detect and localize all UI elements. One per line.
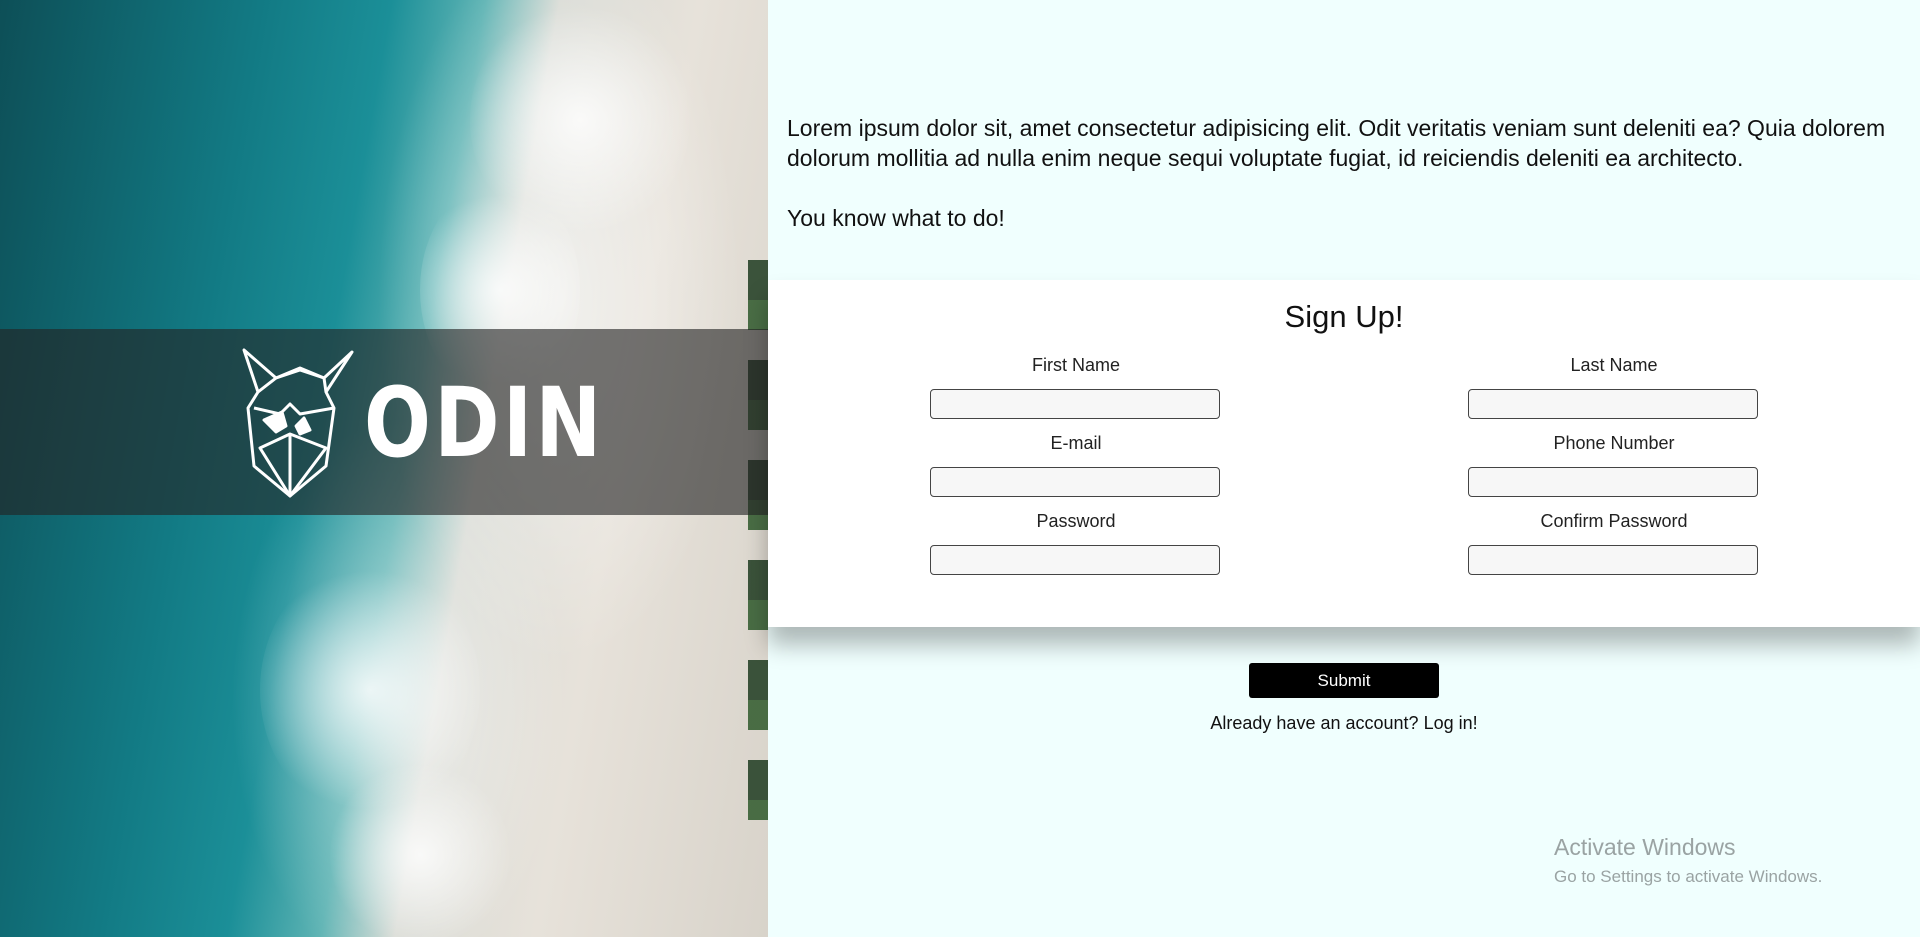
login-link[interactable]: Log in! <box>1424 713 1478 733</box>
last-name-input[interactable] <box>1468 389 1758 419</box>
confirm-password-label: Confirm Password <box>1540 511 1688 531</box>
phone-group: Phone Number <box>1468 431 1760 497</box>
logo-wordmark: ODIN <box>364 366 605 479</box>
watermark-subtitle: Go to Settings to activate Windows. <box>1554 867 1823 886</box>
first-name-input[interactable] <box>930 389 1220 419</box>
email-group: E-mail <box>930 431 1222 497</box>
password-label: Password <box>1036 511 1116 531</box>
odin-logo: ODIN <box>240 345 601 500</box>
first-name-group: First Name <box>930 353 1222 419</box>
signup-panel: Lorem ipsum dolor sit, amet consectetur … <box>768 0 1920 937</box>
password-input[interactable] <box>930 545 1220 575</box>
intro-text: Lorem ipsum dolor sit, amet consectetur … <box>787 113 1907 263</box>
phone-label: Phone Number <box>1553 433 1675 453</box>
hero-beach-image: ODIN <box>0 0 768 937</box>
signup-form: Sign Up! First Name Last Name E-mail Pho… <box>768 280 1920 627</box>
viking-helmet-icon <box>240 348 358 498</box>
intro-cta: You know what to do! <box>787 205 1005 231</box>
submit-button[interactable]: Submit <box>1249 663 1439 698</box>
watermark-title: Activate Windows <box>1554 834 1736 860</box>
login-prompt: Already have an account? Log in! <box>768 713 1920 734</box>
phone-input[interactable] <box>1468 467 1758 497</box>
windows-activation-watermark: Activate Windows Go to Settings to activ… <box>1554 834 1822 887</box>
password-group: Password <box>930 509 1222 575</box>
login-prompt-text: Already have an account? <box>1210 713 1419 733</box>
first-name-label: First Name <box>1031 355 1120 375</box>
last-name-label: Last Name <box>1570 355 1658 375</box>
email-input[interactable] <box>930 467 1220 497</box>
confirm-password-input[interactable] <box>1468 545 1758 575</box>
last-name-group: Last Name <box>1468 353 1760 419</box>
confirm-password-group: Confirm Password <box>1468 509 1760 575</box>
form-title: Sign Up! <box>1284 299 1404 334</box>
email-label: E-mail <box>1050 433 1102 453</box>
intro-paragraph: Lorem ipsum dolor sit, amet consectetur … <box>787 115 1886 171</box>
